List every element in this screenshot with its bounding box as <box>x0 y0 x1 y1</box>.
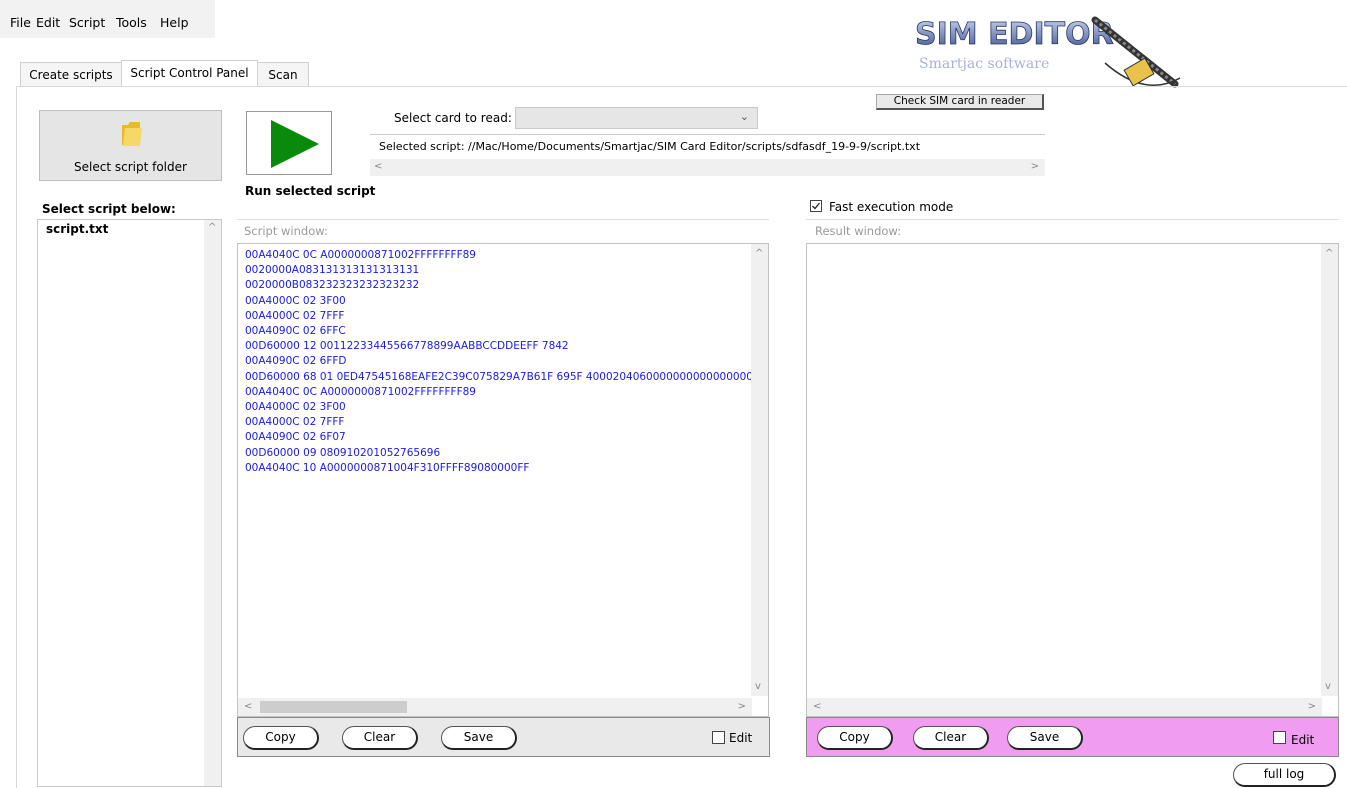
script-copy-button[interactable]: Copy <box>243 726 319 750</box>
scroll-left-icon[interactable]: < <box>813 701 821 712</box>
scroll-up-icon[interactable]: ^ <box>755 248 763 259</box>
script-text: 00A4040C 0C A0000000871002FFFFFFFF89 002… <box>245 249 751 474</box>
script-horizontal-scrollbar[interactable]: < > <box>238 698 752 716</box>
scroll-left-icon[interactable]: < <box>374 161 382 172</box>
select-card-label: Select card to read: <box>394 111 512 125</box>
script-clear-button[interactable]: Clear <box>342 726 418 750</box>
path-horizontal-scrollbar[interactable]: < > <box>370 159 1045 176</box>
script-toolbar: Copy Clear Save Edit <box>237 717 770 757</box>
select-script-folder-label: Select script folder <box>74 160 187 174</box>
run-script-button[interactable] <box>246 111 332 175</box>
script-list: script.txt ^ <box>37 219 222 787</box>
tab-create-scripts[interactable]: Create scripts <box>20 62 122 87</box>
card-select-dropdown[interactable]: ⌄ <box>515 107 758 129</box>
result-window-divider <box>806 219 1339 220</box>
scroll-thumb[interactable] <box>260 701 407 713</box>
sim-editor-logo: SIM EDITOR Smartjac software <box>905 8 1185 90</box>
menu-tools[interactable]: Tools <box>116 15 147 30</box>
chevron-down-icon: ⌄ <box>739 110 749 123</box>
select-script-folder-button[interactable]: Select script folder <box>39 110 222 181</box>
script-window-label: Script window: <box>244 224 328 238</box>
full-log-button[interactable]: full log <box>1233 763 1336 787</box>
result-toolbar: Copy Clear Save Edit <box>806 717 1339 757</box>
logo-title: SIM EDITOR <box>915 17 1114 52</box>
logo-subtitle: Smartjac software <box>919 56 1049 72</box>
scroll-right-icon[interactable]: > <box>1031 161 1039 172</box>
tab-scan[interactable]: Scan <box>257 62 309 87</box>
script-edit-label: Edit <box>729 731 753 745</box>
scroll-down-icon[interactable]: v <box>755 681 761 692</box>
result-edit-checkbox[interactable] <box>1273 731 1286 744</box>
list-item[interactable]: script.txt <box>46 222 108 236</box>
result-edit-label: Edit <box>1291 733 1315 747</box>
script-vertical-scrollbar[interactable]: ^ v <box>751 244 768 696</box>
result-save-button[interactable]: Save <box>1007 726 1083 750</box>
selected-script-path: Selected script: //Mac/Home/Documents/Sm… <box>370 134 1045 177</box>
script-edit-checkbox[interactable] <box>712 731 725 744</box>
scroll-right-icon[interactable]: > <box>1308 701 1316 712</box>
fast-execution-label: Fast execution mode <box>829 200 954 214</box>
result-horizontal-scrollbar[interactable]: < > <box>807 698 1322 716</box>
menu-script[interactable]: Script <box>69 15 105 30</box>
fast-execution-checkbox[interactable] <box>810 200 822 212</box>
menu-bar: File Edit Script Tools Help <box>0 0 215 38</box>
select-script-heading: Select script below: <box>42 202 176 216</box>
result-window[interactable]: ^ v < > <box>806 243 1339 717</box>
folder-icon <box>120 119 144 150</box>
scroll-down-icon[interactable]: v <box>1325 681 1331 692</box>
run-selected-script-label: Run selected script <box>245 184 376 198</box>
menu-edit[interactable]: Edit <box>36 15 60 30</box>
menu-help[interactable]: Help <box>160 15 189 30</box>
tab-script-control-panel[interactable]: Script Control Panel <box>121 60 258 87</box>
script-window-divider <box>237 219 769 220</box>
result-vertical-scrollbar[interactable]: ^ v <box>1321 244 1338 696</box>
scroll-left-icon[interactable]: < <box>244 701 252 712</box>
result-window-label: Result window: <box>815 224 902 238</box>
script-list-scrollbar[interactable]: ^ <box>204 220 221 786</box>
checkmark-icon <box>812 202 821 210</box>
scroll-up-icon[interactable]: ^ <box>208 222 216 233</box>
script-save-button[interactable]: Save <box>441 726 517 750</box>
check-sim-card-button[interactable]: Check SIM card in reader <box>876 94 1044 110</box>
result-copy-button[interactable]: Copy <box>817 726 893 750</box>
menu-file[interactable]: File <box>10 15 31 30</box>
result-clear-button[interactable]: Clear <box>913 726 989 750</box>
selected-script-text: Selected script: //Mac/Home/Documents/Sm… <box>379 140 921 153</box>
scroll-up-icon[interactable]: ^ <box>1325 248 1333 259</box>
play-icon <box>271 120 319 168</box>
scroll-right-icon[interactable]: > <box>738 701 746 712</box>
